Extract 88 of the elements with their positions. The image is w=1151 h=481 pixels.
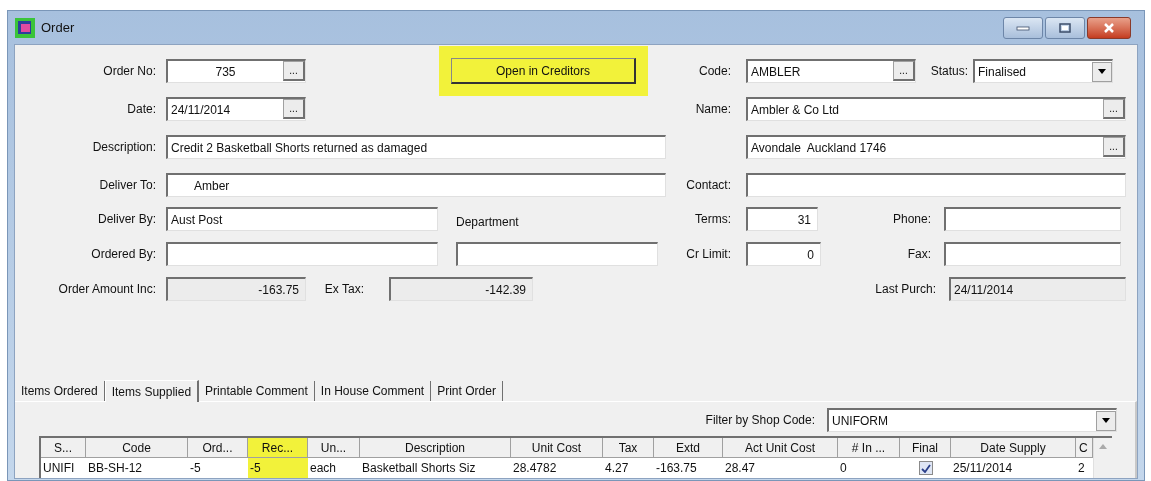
field-label: Deliver To: [98,177,156,194]
text-field[interactable]: Avondale Auckland 1746 ... [746,135,1126,159]
field-label: Terms: [694,211,731,228]
tab[interactable]: Items Ordered [15,381,105,401]
checkmark-icon [920,463,931,473]
field-label: Code: [697,63,731,80]
tab[interactable]: Items Supplied [104,380,200,402]
field-label: Last Purch: [874,281,936,298]
browse-button[interactable]: ... [283,61,305,81]
filter-dropdown[interactable]: UNIFORM [827,408,1117,432]
text-field[interactable]: 31 [746,207,818,231]
text-field[interactable]: 735 ... [166,59,306,83]
field-label: Order Amount Inc: [57,281,156,298]
column-header[interactable]: # In ... [838,438,900,458]
column-header[interactable]: Description [360,438,511,458]
text-field[interactable]: AMBLER ... [746,59,916,83]
text-field[interactable] [456,242,658,266]
text-field[interactable]: 24/11/2014 ... [166,97,306,121]
field-label: Ex Tax: [323,281,364,298]
readonly-field: -142.39 [389,277,533,301]
close-icon [1102,21,1116,34]
browse-button[interactable]: ... [1103,99,1125,119]
field-label: Department [456,214,519,231]
field-label: Deliver By: [97,211,156,228]
table-cell-text: -5 [250,460,261,477]
column-header[interactable]: Code [86,438,188,458]
table-cell-text: Basketball Shorts Siz [362,460,476,477]
status-dropdown[interactable]: Finalised [973,59,1113,83]
maximize-icon [1058,21,1072,34]
readonly-field: -163.75 [166,277,306,301]
text-field[interactable]: Amber [166,173,666,197]
table-cell-text: -163.75 [656,460,697,477]
table-cell-text: 28.47 [725,460,756,477]
checkbox[interactable] [918,461,933,475]
field-label: Filter by Shop Code: [705,412,815,429]
minimize-icon [1016,24,1030,31]
table-cell-text: -5 [190,460,201,477]
table-cell-text: 25/11/2014 [953,460,1013,477]
field-label: Description: [91,139,156,156]
field-label: Fax: [906,246,931,263]
column-header[interactable]: S... [41,438,86,458]
text-field[interactable]: Aust Post [166,207,438,231]
tab[interactable]: Print Order [431,381,503,401]
column-header[interactable]: Final [900,438,951,458]
text-field[interactable]: Ambler & Co Ltd ... [746,97,1126,121]
minimize-button[interactable] [1003,16,1043,39]
text-field[interactable] [166,242,438,266]
readonly-field: 24/11/2014 [949,277,1126,301]
tab[interactable]: Printable Comment [199,381,315,401]
text-field[interactable] [944,242,1121,266]
field-label: Name: [694,101,731,118]
field-label: Phone: [891,211,931,228]
field-label: Ordered By: [90,246,156,263]
scrollbar[interactable] [1093,438,1112,478]
browse-button[interactable]: ... [1103,137,1125,157]
table-cell-text: each [310,460,337,477]
text-field[interactable]: Credit 2 Basketball Shorts returned as damaged [166,135,666,159]
browse-button[interactable]: ... [283,99,305,119]
field-label: Order No: [102,63,156,80]
field-label: Contact: [685,177,731,194]
table-cell-text: 2 [1078,460,1085,477]
scroll-up-arrow-icon [1099,444,1107,449]
app-icon [15,17,35,38]
column-header[interactable]: Act Unit Cost [723,438,838,458]
table-cell-text: 28.4782 [513,460,557,477]
field-label: Date: [126,101,156,118]
field-label: Status: [929,63,968,80]
table-cell-text: BB-SH-12 [88,460,143,477]
tab[interactable]: In House Comment [314,381,432,401]
text-field[interactable]: 0 [746,242,821,266]
table-cell-text: UNIFI [43,460,75,477]
field-label: Cr Limit: [685,246,731,263]
column-header[interactable]: Un... [308,438,360,458]
browse-button[interactable]: ... [893,61,915,81]
dropdown-arrow-icon [1102,418,1110,423]
close-button[interactable] [1087,16,1131,39]
dropdown-arrow-icon [1098,69,1106,74]
text-field[interactable] [746,173,1126,197]
text-field[interactable] [944,207,1121,231]
maximize-button[interactable] [1045,16,1085,39]
column-header[interactable]: Date Supply [951,438,1076,458]
table-cell-text: 4.27 [605,460,629,477]
column-header[interactable]: Tax [603,438,654,458]
column-header[interactable]: Rec... [248,438,308,458]
window-title: Order [41,18,75,37]
table-cell-text: 0 [840,460,847,477]
column-header[interactable]: Extd [654,438,723,458]
column-header[interactable]: Unit Cost [511,438,603,458]
